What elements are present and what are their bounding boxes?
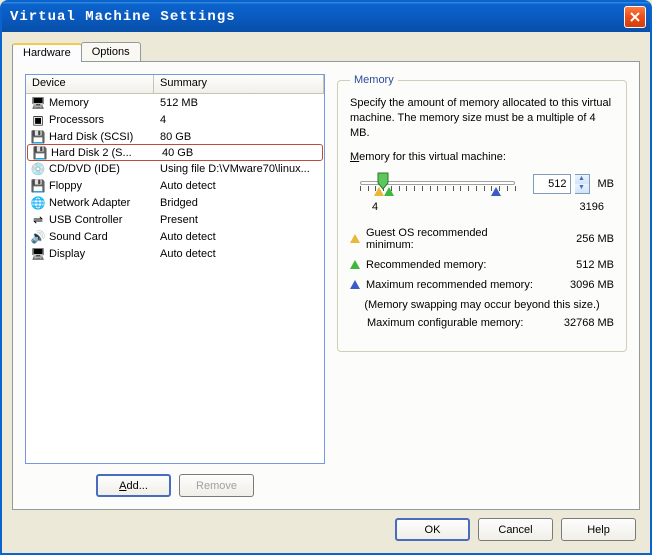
memory-info-row: Maximum recommended memory: 3096 MB	[350, 279, 614, 291]
info-value: 3096 MB	[544, 279, 614, 291]
device-icon: ▣	[30, 112, 46, 128]
slider-max-label: 3196	[580, 201, 604, 213]
help-button[interactable]: Help	[561, 518, 636, 541]
device-icon: 💾	[30, 178, 46, 194]
device-icon: 💾	[30, 129, 46, 145]
device-row[interactable]: 🖥Memory512 MB	[26, 94, 324, 111]
triangle-icon	[350, 260, 360, 269]
info-label: Maximum recommended memory:	[366, 279, 538, 291]
memory-info-row: Guest OS recommended minimum: 256 MB	[350, 227, 614, 251]
device-row[interactable]: 💿CD/DVD (IDE)Using file D:\VMware70\linu…	[26, 160, 324, 177]
spin-up[interactable]: ▲	[575, 175, 589, 184]
device-row[interactable]: 💾Hard Disk (SCSI)80 GB	[26, 128, 324, 145]
tab-hardware[interactable]: Hardware	[12, 43, 82, 62]
device-name: CD/DVD (IDE)	[49, 163, 154, 175]
slider-min-label: 4	[372, 201, 378, 213]
tab-options[interactable]: Options	[81, 42, 141, 61]
memory-slider[interactable]	[350, 169, 525, 199]
max-rec-marker	[491, 187, 501, 196]
device-icon: ⇌	[30, 212, 46, 228]
device-summary: Using file D:\VMware70\linux...	[154, 163, 324, 175]
device-name: Processors	[49, 114, 154, 126]
device-name: Display	[49, 248, 154, 260]
column-header-device[interactable]: Device	[26, 75, 154, 93]
device-icon: 🔊	[30, 229, 46, 245]
device-row[interactable]: ▣Processors4	[26, 111, 324, 128]
device-row[interactable]: 🖥DisplayAuto detect	[26, 245, 324, 262]
triangle-icon	[350, 280, 360, 289]
ok-button[interactable]: OK	[395, 518, 470, 541]
column-header-summary[interactable]: Summary	[154, 75, 324, 93]
memory-field-label: Memory for this virtual machine:	[350, 151, 614, 163]
memory-value-input[interactable]	[533, 174, 571, 194]
device-row[interactable]: 🔊Sound CardAuto detect	[26, 228, 324, 245]
spin-down[interactable]: ▼	[575, 184, 589, 193]
device-row[interactable]: ⇌USB ControllerPresent	[26, 211, 324, 228]
window-title: Virtual Machine Settings	[10, 9, 624, 25]
memory-fieldset: Memory Specify the amount of memory allo…	[337, 74, 627, 352]
device-name: Memory	[49, 97, 154, 109]
device-summary: 40 GB	[156, 147, 322, 159]
close-button[interactable]	[624, 6, 646, 28]
device-summary: 80 GB	[154, 131, 324, 143]
info-value: 512 MB	[544, 259, 614, 271]
memory-footnote: (Memory swapping may occur beyond this s…	[350, 299, 614, 311]
remove-button: Remove	[179, 474, 254, 497]
device-name: Hard Disk (SCSI)	[49, 131, 154, 143]
add-button[interactable]: Add...	[96, 474, 171, 497]
cancel-button[interactable]: Cancel	[478, 518, 553, 541]
device-name: Floppy	[49, 180, 154, 192]
memory-description: Specify the amount of memory allocated t…	[350, 96, 614, 141]
triangle-icon	[350, 234, 360, 243]
device-icon: 🖥	[30, 246, 46, 262]
device-summary: Present	[154, 214, 324, 226]
device-icon: 🖥	[30, 95, 46, 111]
max-config-label: Maximum configurable memory:	[367, 317, 538, 329]
info-label: Guest OS recommended minimum:	[366, 227, 538, 251]
device-name: Hard Disk 2 (S...	[51, 147, 156, 159]
device-summary: Auto detect	[154, 248, 324, 260]
device-name: USB Controller	[49, 214, 154, 226]
device-icon: 🌐	[30, 195, 46, 211]
info-label: Recommended memory:	[366, 259, 538, 271]
memory-legend: Memory	[350, 74, 398, 86]
device-summary: Bridged	[154, 197, 324, 209]
slider-thumb[interactable]	[377, 172, 389, 190]
device-icon: 💾	[32, 145, 48, 161]
max-config-value: 32768 MB	[544, 317, 614, 329]
memory-unit: MB	[598, 178, 615, 190]
info-value: 256 MB	[544, 233, 614, 245]
device-icon: 💿	[30, 161, 46, 177]
device-row[interactable]: 🌐Network AdapterBridged	[26, 194, 324, 211]
device-summary: 512 MB	[154, 97, 324, 109]
device-summary: Auto detect	[154, 180, 324, 192]
device-summary: 4	[154, 114, 324, 126]
device-list[interactable]: Device Summary 🖥Memory512 MB▣Processors4…	[25, 74, 325, 464]
device-name: Network Adapter	[49, 197, 154, 209]
device-row[interactable]: 💾Hard Disk 2 (S...40 GB	[27, 144, 323, 161]
device-summary: Auto detect	[154, 231, 324, 243]
memory-info-row: Recommended memory: 512 MB	[350, 259, 614, 271]
device-name: Sound Card	[49, 231, 154, 243]
device-row[interactable]: 💾FloppyAuto detect	[26, 177, 324, 194]
